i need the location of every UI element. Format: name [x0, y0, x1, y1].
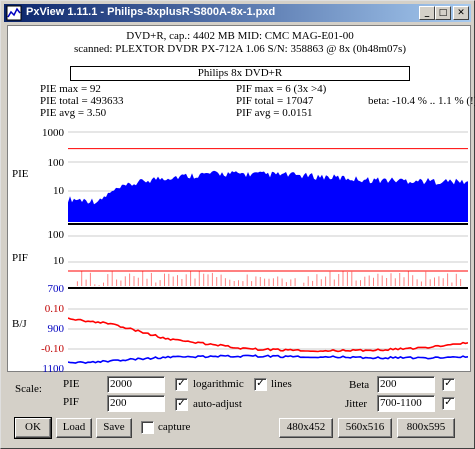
size-800x595-button[interactable]: 800x595	[397, 418, 455, 438]
pif-scale-label: PIF	[63, 396, 79, 408]
close-button[interactable]: ✕	[453, 6, 469, 20]
pie-tick-100: 100	[47, 157, 65, 169]
minimize-button[interactable]: _	[419, 6, 435, 20]
beta-scale-field[interactable]: 200	[377, 376, 435, 393]
pif-total-stat: PIF total = 17047	[236, 95, 314, 107]
pie-series-area	[68, 170, 468, 222]
bj-axis-label: B/J	[12, 318, 27, 330]
jitter-line	[68, 354, 468, 364]
pif-max-stat: PIF max = 6 (3x >4)	[236, 83, 327, 95]
beta-line	[68, 317, 468, 353]
beta-checkbox[interactable]: ✓	[442, 378, 455, 391]
bj-tick-neg0.10: -0.10	[41, 343, 64, 355]
lines-label: lines	[271, 378, 292, 390]
lines-checkbox[interactable]: ✓	[254, 378, 267, 391]
pie-axis-label: PIE	[12, 168, 29, 180]
beta-scale-label: Beta	[349, 379, 370, 391]
app-icon	[6, 5, 22, 21]
pif-scale-field[interactable]: 200	[107, 395, 165, 412]
pie-tick-10: 10	[53, 185, 64, 197]
pif-chart	[68, 235, 468, 289]
pif-grid	[68, 235, 468, 263]
pie-max-stat: PIE max = 92	[40, 83, 101, 95]
bj-tick-900: 900	[47, 323, 65, 335]
capture-checkbox[interactable]	[141, 421, 154, 434]
pie-total-stat: PIE total = 493633	[40, 95, 124, 107]
size-560x516-button[interactable]: 560x516	[338, 418, 392, 438]
plot-panel: DVD+R, cap.: 4402 MB MID: CMC MAG-E01-00…	[7, 25, 475, 375]
pif-axis-label: PIF	[12, 252, 28, 264]
auto-adjust-label: auto-adjust	[193, 398, 242, 410]
jitter-scale-field[interactable]: 700-1100	[377, 395, 435, 412]
bj-tick-700: 700	[47, 283, 65, 295]
jitter-checkbox[interactable]: ✓	[442, 397, 455, 410]
logarithmic-checkbox[interactable]: ✓	[175, 378, 188, 391]
disc-info-line: DVD+R, cap.: 4402 MB MID: CMC MAG-E01-00	[126, 30, 354, 42]
save-button[interactable]: Save	[96, 418, 132, 438]
beta-stat: beta: -10.4 % .. 1.1 % (!)	[368, 95, 475, 107]
capture-label: capture	[158, 421, 191, 433]
bj-tick-0.10: 0.10	[44, 303, 64, 315]
beta-jitter-chart	[68, 308, 468, 364]
ok-button[interactable]: OK	[14, 417, 52, 439]
scale-label: Scale:	[15, 383, 42, 395]
pie-tick-1000: 1000	[42, 127, 64, 139]
bj-tick-1100: 1100	[42, 363, 64, 375]
pie-scale-field[interactable]: 2000	[107, 376, 165, 393]
pif-tick-10: 10	[53, 255, 64, 267]
pie-avg-stat: PIE avg = 3.50	[40, 107, 107, 119]
scan-info-line: scanned: PLEXTOR DVDR PX-712A 1.06 S/N: …	[74, 43, 406, 55]
logarithmic-label: logarithmic	[193, 378, 244, 390]
pif-avg-stat: PIF avg = 0.0151	[236, 107, 313, 119]
title-bar: PxView 1.11.1 - Philips-8xplusR-S800A-8x…	[4, 4, 471, 22]
size-480x452-button[interactable]: 480x452	[279, 418, 333, 438]
pie-scale-label: PIE	[63, 378, 80, 390]
load-button[interactable]: Load	[56, 418, 92, 438]
disc-label-box: Philips 8x DVD+R	[70, 66, 410, 81]
window-title: PxView 1.11.1 - Philips-8xplusR-S800A-8x…	[26, 6, 276, 18]
pif-tick-100: 100	[47, 229, 65, 241]
pxview-window: PxView 1.11.1 - Philips-8xplusR-S800A-8x…	[0, 0, 475, 449]
maximize-button[interactable]: □	[435, 6, 451, 20]
pie-chart	[68, 131, 468, 225]
jitter-scale-label: Jitter	[345, 398, 367, 410]
auto-adjust-checkbox[interactable]: ✓	[175, 398, 188, 411]
